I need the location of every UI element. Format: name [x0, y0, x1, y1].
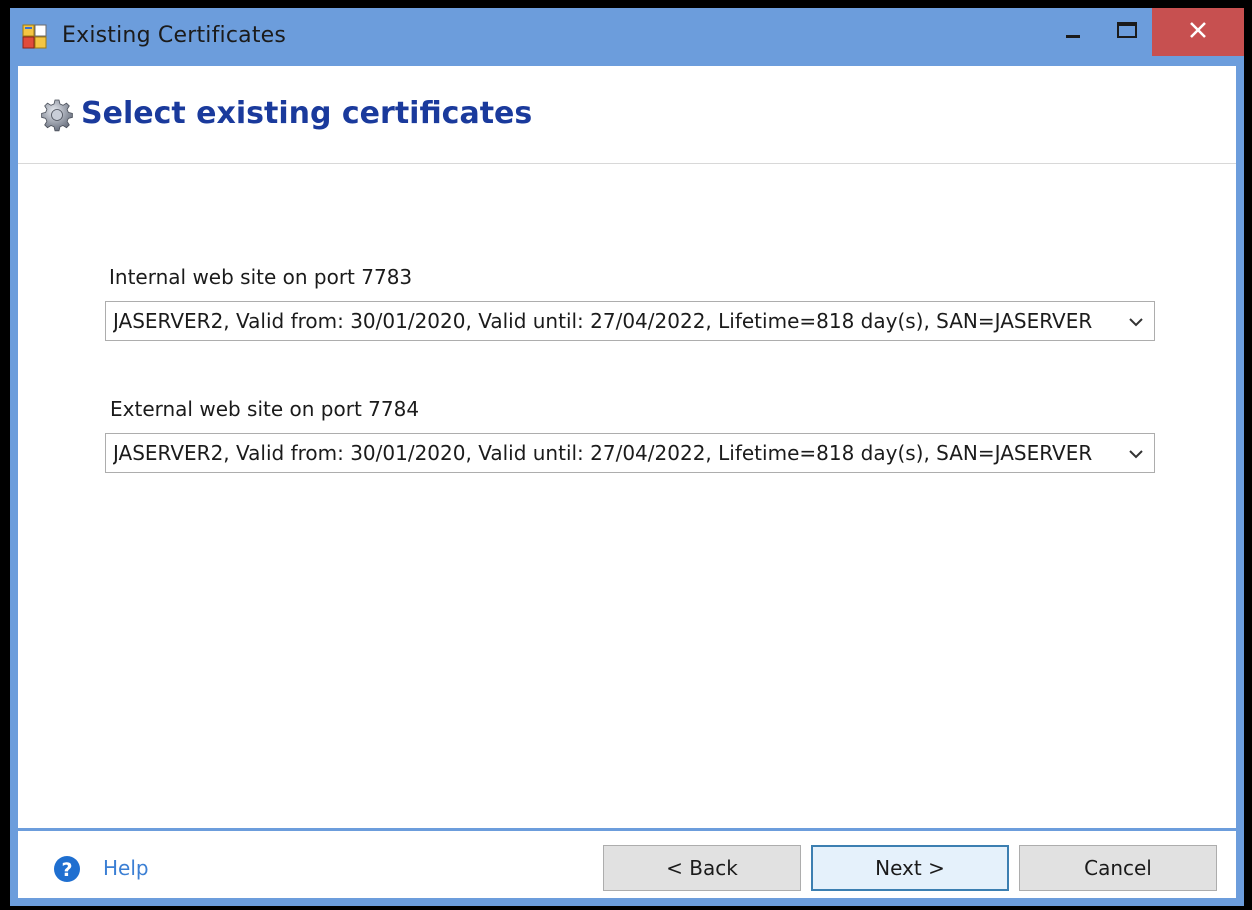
internal-certificate-value: JASERVER2, Valid from: 30/01/2020, Valid…	[113, 309, 1093, 333]
wizard-header: Select existing certificates	[18, 66, 1236, 164]
maximize-icon	[1116, 20, 1138, 44]
internal-site-label: Internal web site on port 7783	[109, 265, 413, 289]
window-title: Existing Certificates	[62, 23, 287, 48]
internal-certificate-dropdown[interactable]: JASERVER2, Valid from: 30/01/2020, Valid…	[105, 301, 1155, 341]
help-icon[interactable]: ?	[53, 855, 81, 883]
gear-icon	[40, 98, 74, 132]
help-link[interactable]: Help	[103, 856, 149, 880]
back-button[interactable]: < Back	[603, 845, 801, 891]
wizard-footer: ? Help < Back Next > Cancel	[18, 831, 1236, 898]
next-button[interactable]: Next >	[811, 845, 1009, 891]
maximize-button[interactable]	[1100, 8, 1154, 56]
external-certificate-dropdown[interactable]: JASERVER2, Valid from: 30/01/2020, Valid…	[105, 433, 1155, 473]
close-icon	[1188, 20, 1208, 44]
close-button[interactable]	[1152, 8, 1244, 56]
app-window-icon	[22, 24, 48, 50]
cancel-button[interactable]: Cancel	[1019, 845, 1217, 891]
minimize-button[interactable]	[1046, 8, 1100, 56]
external-site-label: External web site on port 7784	[110, 397, 420, 421]
chevron-down-icon	[1128, 314, 1144, 328]
title-bar[interactable]: Existing Certificates	[10, 8, 1244, 66]
dialog-content: Select existing certificates Internal we…	[18, 66, 1236, 898]
chevron-down-icon	[1128, 446, 1144, 460]
svg-text:?: ?	[61, 859, 72, 881]
external-certificate-value: JASERVER2, Valid from: 30/01/2020, Valid…	[113, 441, 1093, 465]
dialog-window: Existing Certificates Select existing ce…	[10, 8, 1244, 906]
minimize-icon	[1063, 20, 1083, 44]
page-title: Select existing certificates	[81, 96, 533, 131]
